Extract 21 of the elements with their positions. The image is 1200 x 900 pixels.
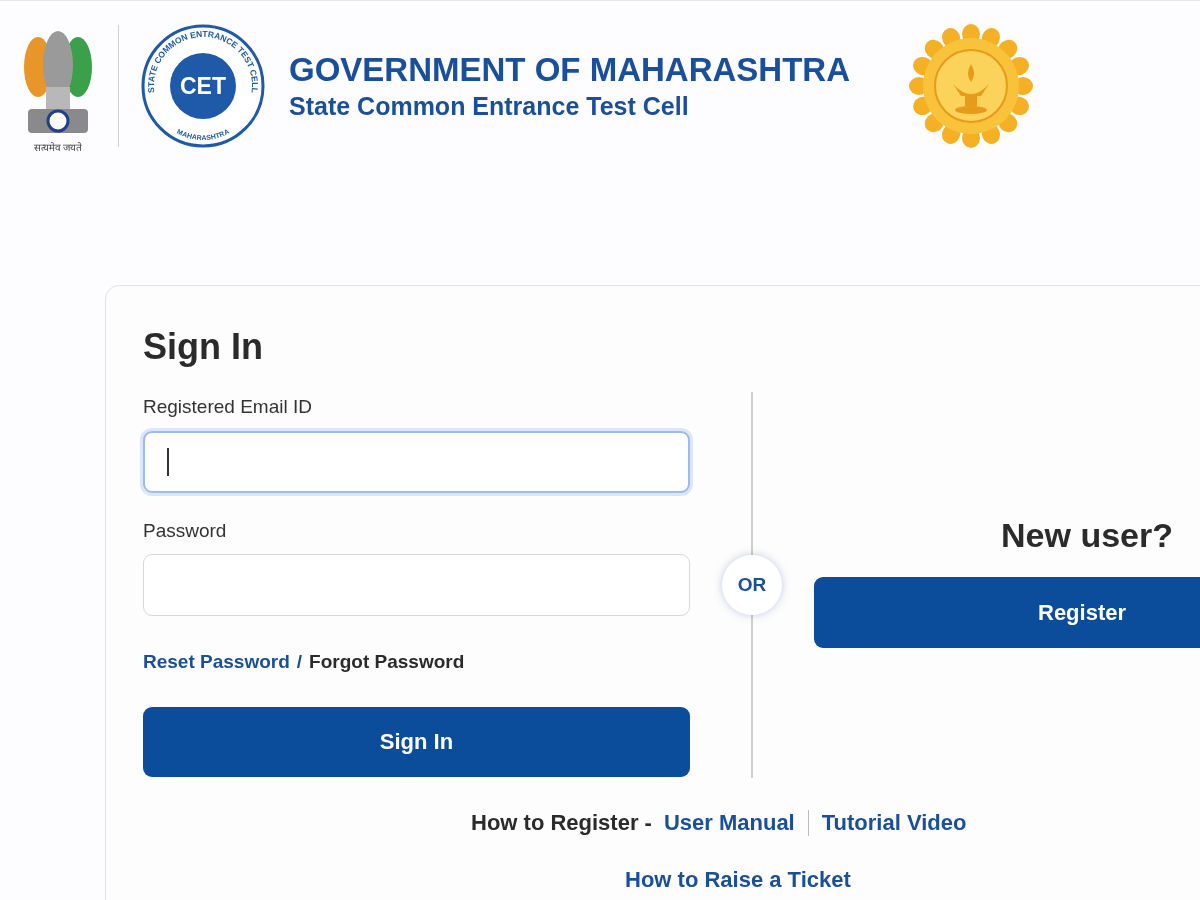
sign-in-heading: Sign In (143, 325, 264, 369)
site-subtitle: State Common Entrance Test Cell (289, 90, 690, 122)
input-field[interactable] (143, 430, 690, 493)
help-link[interactable]: Tutorial Video (821, 806, 967, 839)
reset-password-link[interactable]: Reset Password (143, 648, 290, 677)
raise-ticket-link[interactable]: How to Raise a Ticket (625, 863, 1200, 896)
input-field[interactable] (143, 554, 690, 616)
forgot-password-text: Forgot Password (309, 650, 465, 674)
link-separator: / (296, 650, 303, 674)
field-label: Registered Email ID (143, 395, 313, 419)
field-label: Password (143, 518, 228, 543)
new-user-heading: New user? (1001, 515, 1173, 556)
site-title: GOVERNMENT OF MAHARASHTRA (289, 50, 851, 91)
state-seal-icon (909, 23, 1033, 148)
how-to-register-label: How to Register - (471, 809, 652, 837)
logo-center-text: CET (180, 72, 226, 99)
sign-in-button[interactable]: Sign In (143, 706, 690, 777)
or-badge: OR (722, 555, 782, 615)
emblem-motto: सत्यमेव जयते (33, 142, 83, 153)
help-link[interactable]: User Manual (663, 806, 795, 839)
register-button[interactable]: Register (814, 576, 1200, 648)
